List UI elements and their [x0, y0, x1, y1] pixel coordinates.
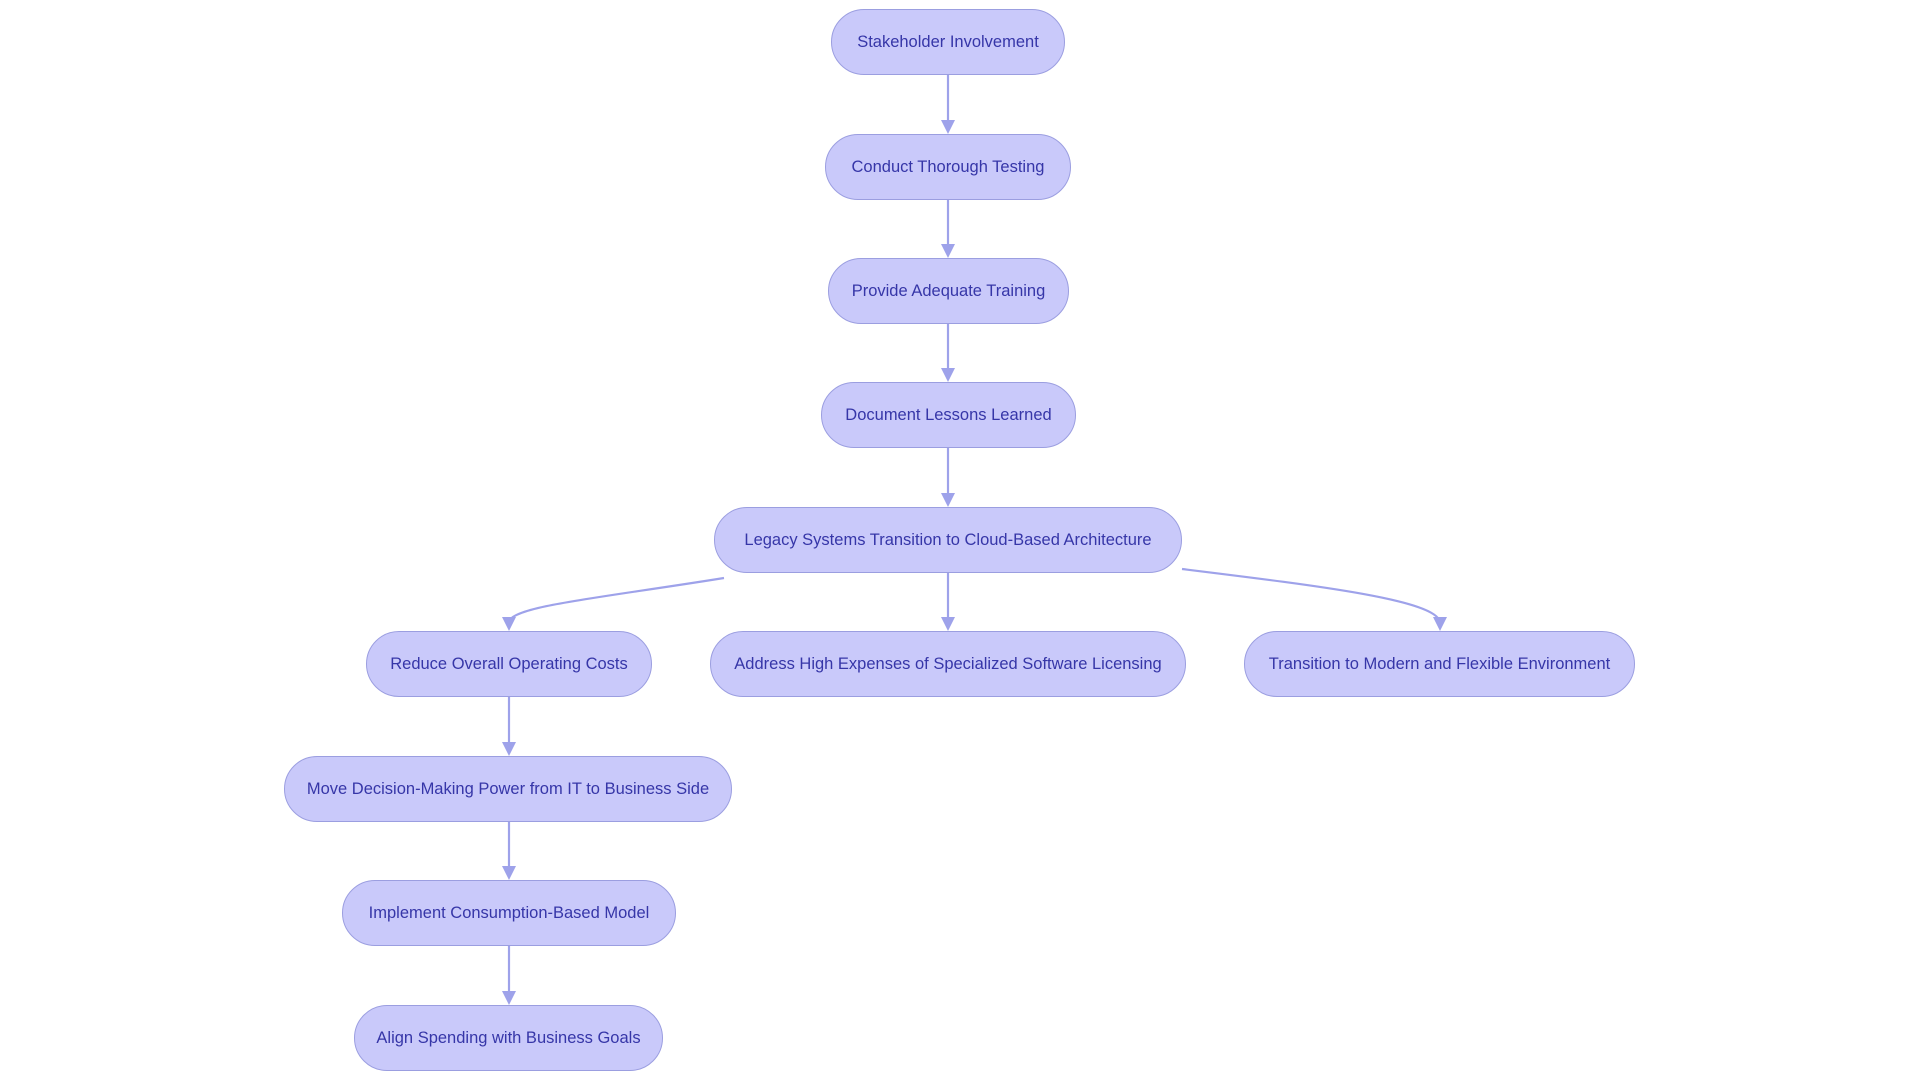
node-implement-consumption-model[interactable]: Implement Consumption-Based Model	[342, 880, 676, 946]
node-legacy-systems-transition[interactable]: Legacy Systems Transition to Cloud-Based…	[714, 507, 1182, 573]
node-label: Reduce Overall Operating Costs	[390, 654, 628, 673]
node-align-spending[interactable]: Align Spending with Business Goals	[354, 1005, 663, 1071]
node-reduce-operating-costs[interactable]: Reduce Overall Operating Costs	[366, 631, 652, 697]
node-label: Stakeholder Involvement	[857, 32, 1039, 51]
arrow-head-icon	[941, 617, 955, 631]
node-provide-adequate-training[interactable]: Provide Adequate Training	[828, 258, 1069, 324]
node-label: Provide Adequate Training	[851, 281, 1046, 300]
edge-legacy-reduce	[507, 576, 725, 623]
node-label: Address High Expenses of Specialized Sof…	[734, 654, 1162, 673]
node-label: Align Spending with Business Goals	[376, 1028, 641, 1047]
node-label: Document Lessons Learned	[845, 405, 1052, 424]
arrow-head-icon	[941, 120, 955, 134]
node-address-high-expenses[interactable]: Address High Expenses of Specialized Sof…	[710, 631, 1186, 697]
arrow-head-icon	[1433, 617, 1447, 631]
node-document-lessons-learned[interactable]: Document Lessons Learned	[821, 382, 1076, 448]
arrow-head-icon	[941, 493, 955, 507]
node-stakeholder-involvement[interactable]: Stakeholder Involvement	[831, 9, 1065, 75]
arrow-head-icon	[502, 991, 516, 1005]
node-conduct-thorough-testing[interactable]: Conduct Thorough Testing	[825, 134, 1071, 200]
arrow-head-icon	[941, 368, 955, 382]
arrow-head-icon	[502, 742, 516, 756]
node-label: Transition to Modern and Flexible Enviro…	[1268, 654, 1611, 673]
node-label: Conduct Thorough Testing	[851, 157, 1045, 176]
node-move-decision-making[interactable]: Move Decision-Making Power from IT to Bu…	[284, 756, 732, 822]
node-transition-modern-environment[interactable]: Transition to Modern and Flexible Enviro…	[1244, 631, 1635, 697]
arrow-head-icon	[502, 617, 516, 631]
arrow-head-icon	[502, 866, 516, 880]
arrow-head-icon	[941, 244, 955, 258]
edge-legacy-transition	[1181, 567, 1442, 623]
flowchart: Stakeholder Involvement Conduct Thorough…	[0, 0, 1920, 1080]
node-label: Move Decision-Making Power from IT to Bu…	[306, 779, 710, 798]
node-label: Implement Consumption-Based Model	[368, 903, 650, 922]
node-label: Legacy Systems Transition to Cloud-Based…	[744, 530, 1152, 549]
